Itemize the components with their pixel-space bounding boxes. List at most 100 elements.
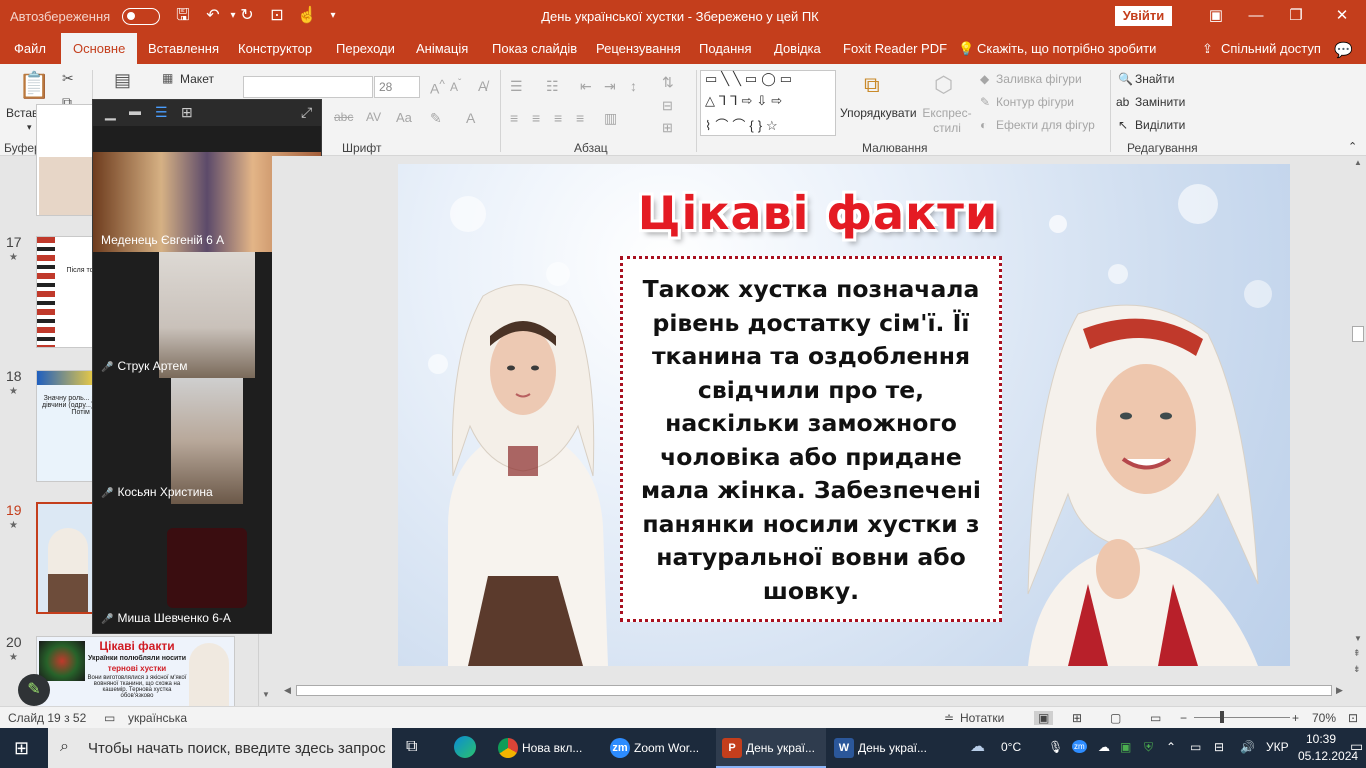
- new-slide-icon[interactable]: ▤: [114, 70, 131, 91]
- taskbar-search-box[interactable]: ⌕ Чтобы начать поиск, введите здесь запр…: [48, 728, 392, 768]
- select-icon[interactable]: ↖: [1118, 118, 1128, 132]
- expand-icon[interactable]: ⤢: [301, 104, 312, 121]
- scroll-thumb[interactable]: [296, 685, 1332, 696]
- slide-body-text[interactable]: Також хустка позначала рівень достатку с…: [635, 273, 987, 608]
- customize-toolbar-icon[interactable]: ▾: [322, 5, 344, 27]
- text-direction-icon[interactable]: ⇅: [662, 74, 674, 91]
- replace-button[interactable]: Замінити: [1135, 95, 1185, 109]
- slide-sorter-icon[interactable]: ⊞: [1072, 711, 1082, 725]
- onedrive-icon[interactable]: ☁: [1098, 740, 1110, 754]
- annotation-pen-icon[interactable]: ✎: [18, 674, 50, 706]
- spell-check-icon[interactable]: ▭: [104, 711, 115, 725]
- comments-icon[interactable]: 💬: [1334, 41, 1353, 59]
- slide-show-icon[interactable]: ▭: [1150, 711, 1161, 725]
- present-icon[interactable]: ⊡: [266, 5, 288, 27]
- zoom-slider-thumb[interactable]: [1220, 711, 1224, 723]
- share-button[interactable]: Спільний доступ: [1221, 41, 1321, 56]
- layout-icon[interactable]: ▦: [162, 71, 173, 85]
- scroll-up-icon[interactable]: ▲: [1354, 158, 1362, 167]
- character-spacing-icon[interactable]: AV: [366, 110, 381, 124]
- quick-styles-button[interactable]: Експрес-стилі: [922, 106, 972, 136]
- clear-formatting-icon[interactable]: A̸: [478, 78, 487, 94]
- redo-icon[interactable]: ↻: [236, 5, 258, 27]
- language-indicator[interactable]: українська: [128, 711, 187, 725]
- font-color-icon[interactable]: A: [466, 110, 475, 126]
- cut-icon[interactable]: ✂: [62, 70, 74, 87]
- taskbar-app-powerpoint[interactable]: P День украї...: [716, 728, 826, 768]
- align-left-icon[interactable]: ≡: [510, 110, 518, 126]
- increase-indent-icon[interactable]: ⇥: [604, 78, 616, 95]
- autosave-toggle[interactable]: [122, 8, 160, 25]
- columns-icon[interactable]: ▥: [604, 110, 617, 127]
- tab-help[interactable]: Довідка: [774, 41, 821, 56]
- vertical-scrollbar[interactable]: ▲ ▼ ⇞ ⇟: [1350, 156, 1366, 683]
- decrease-font-icon[interactable]: Aˇ: [450, 78, 461, 94]
- taskbar-app-chrome[interactable]: Нова вкл...: [492, 728, 602, 768]
- undo-icon[interactable]: ↶: [202, 5, 224, 27]
- bullets-icon[interactable]: ☰: [510, 78, 523, 95]
- show-hidden-icons[interactable]: ⌃: [1166, 740, 1176, 754]
- increase-font-icon[interactable]: A^: [430, 78, 445, 97]
- microphone-icon[interactable]: 🎙: [1048, 740, 1063, 754]
- shield-icon[interactable]: ⛨: [1144, 740, 1153, 755]
- network-icon[interactable]: ▭: [1190, 740, 1201, 754]
- arrange-button[interactable]: Упорядкувати: [840, 106, 917, 120]
- tell-me-search[interactable]: Скажіть, що потрібно зробити: [977, 41, 1156, 56]
- normal-view-icon[interactable]: ▣: [1034, 711, 1054, 725]
- app-tray-icon[interactable]: ▣: [1120, 740, 1131, 754]
- temperature[interactable]: 0°C: [1001, 740, 1021, 754]
- numbering-icon[interactable]: ☷: [546, 78, 559, 95]
- arrange-icon[interactable]: ⧉: [864, 72, 880, 98]
- quick-styles-icon[interactable]: ⬡: [934, 72, 953, 98]
- scroll-thumb[interactable]: [1352, 326, 1364, 342]
- gallery-view-icon[interactable]: ⊞: [181, 104, 193, 121]
- taskbar-app-zoom[interactable]: zm Zoom Wor...: [604, 728, 714, 768]
- fit-to-window-icon[interactable]: ⊡: [1348, 711, 1358, 725]
- horizontal-scrollbar[interactable]: ◀ ▶: [280, 683, 1350, 699]
- notes-button[interactable]: Нотатки: [960, 711, 1004, 725]
- shapes-row-1-icon[interactable]: ▭╲╲▭◯▭: [705, 71, 796, 87]
- scroll-down-icon[interactable]: ▼: [262, 690, 270, 699]
- display-icon[interactable]: ⊟: [1214, 740, 1224, 754]
- replace-icon[interactable]: ab: [1116, 95, 1129, 109]
- save-icon[interactable]: 🖫: [172, 5, 194, 27]
- decrease-indent-icon[interactable]: ⇤: [580, 78, 592, 95]
- shape-fill-icon[interactable]: ◆: [980, 72, 989, 86]
- maximize-icon[interactable]: ❐: [1276, 4, 1316, 28]
- select-button[interactable]: Виділити: [1135, 118, 1185, 132]
- shapes-gallery[interactable]: ▭╲╲▭◯▭ △⅂⅂⇨⇩⇨ ⌇⌒⌒{}☆: [700, 70, 836, 136]
- taskbar-app-word[interactable]: W День украї...: [828, 728, 938, 768]
- collapse-ribbon-icon[interactable]: ⌃: [1348, 140, 1357, 153]
- clock-time[interactable]: 10:39: [1306, 732, 1336, 746]
- align-right-icon[interactable]: ≡: [554, 110, 562, 126]
- tab-view[interactable]: Подання: [699, 41, 752, 56]
- edge-icon[interactable]: [454, 736, 476, 758]
- scroll-right-icon[interactable]: ▶: [1336, 685, 1343, 696]
- tab-animations[interactable]: Анімація: [416, 41, 468, 56]
- smartart-icon[interactable]: ⊞: [662, 120, 673, 136]
- shape-fill-button[interactable]: Заливка фігури: [996, 72, 1082, 86]
- font-family-select[interactable]: [243, 76, 373, 98]
- highlight-icon[interactable]: ✎: [430, 110, 442, 127]
- next-slide-icon[interactable]: ⇟: [1353, 664, 1361, 675]
- zoom-in-icon[interactable]: +: [1292, 711, 1299, 725]
- tab-insert[interactable]: Вставлення: [148, 41, 219, 56]
- strip-view-icon[interactable]: ☰: [155, 104, 168, 121]
- line-spacing-icon[interactable]: ↕: [630, 78, 637, 94]
- paste-dropdown-icon[interactable]: ▾: [27, 122, 32, 133]
- align-text-icon[interactable]: ⊟: [662, 98, 673, 114]
- ribbon-display-icon[interactable]: ▣: [1196, 4, 1236, 28]
- tab-slide-show[interactable]: Показ слайдів: [492, 41, 577, 56]
- shapes-row-3-icon[interactable]: ⌇⌒⌒{}☆: [705, 115, 782, 134]
- align-center-icon[interactable]: ≡: [532, 110, 540, 126]
- tab-file[interactable]: Файл: [14, 41, 46, 56]
- tab-home[interactable]: Основне: [61, 33, 138, 64]
- tab-design[interactable]: Конструктор: [238, 41, 312, 56]
- zoom-tray-icon[interactable]: zm: [1072, 740, 1087, 753]
- zoom-out-icon[interactable]: −: [1180, 711, 1187, 725]
- paste-icon[interactable]: 📋: [18, 70, 50, 101]
- find-button[interactable]: Знайти: [1135, 72, 1174, 86]
- slide-text-box[interactable]: Також хустка позначала рівень достатку с…: [620, 256, 1002, 622]
- minimize-video-icon[interactable]: ▁: [105, 104, 116, 121]
- justify-icon[interactable]: ≡: [576, 110, 584, 126]
